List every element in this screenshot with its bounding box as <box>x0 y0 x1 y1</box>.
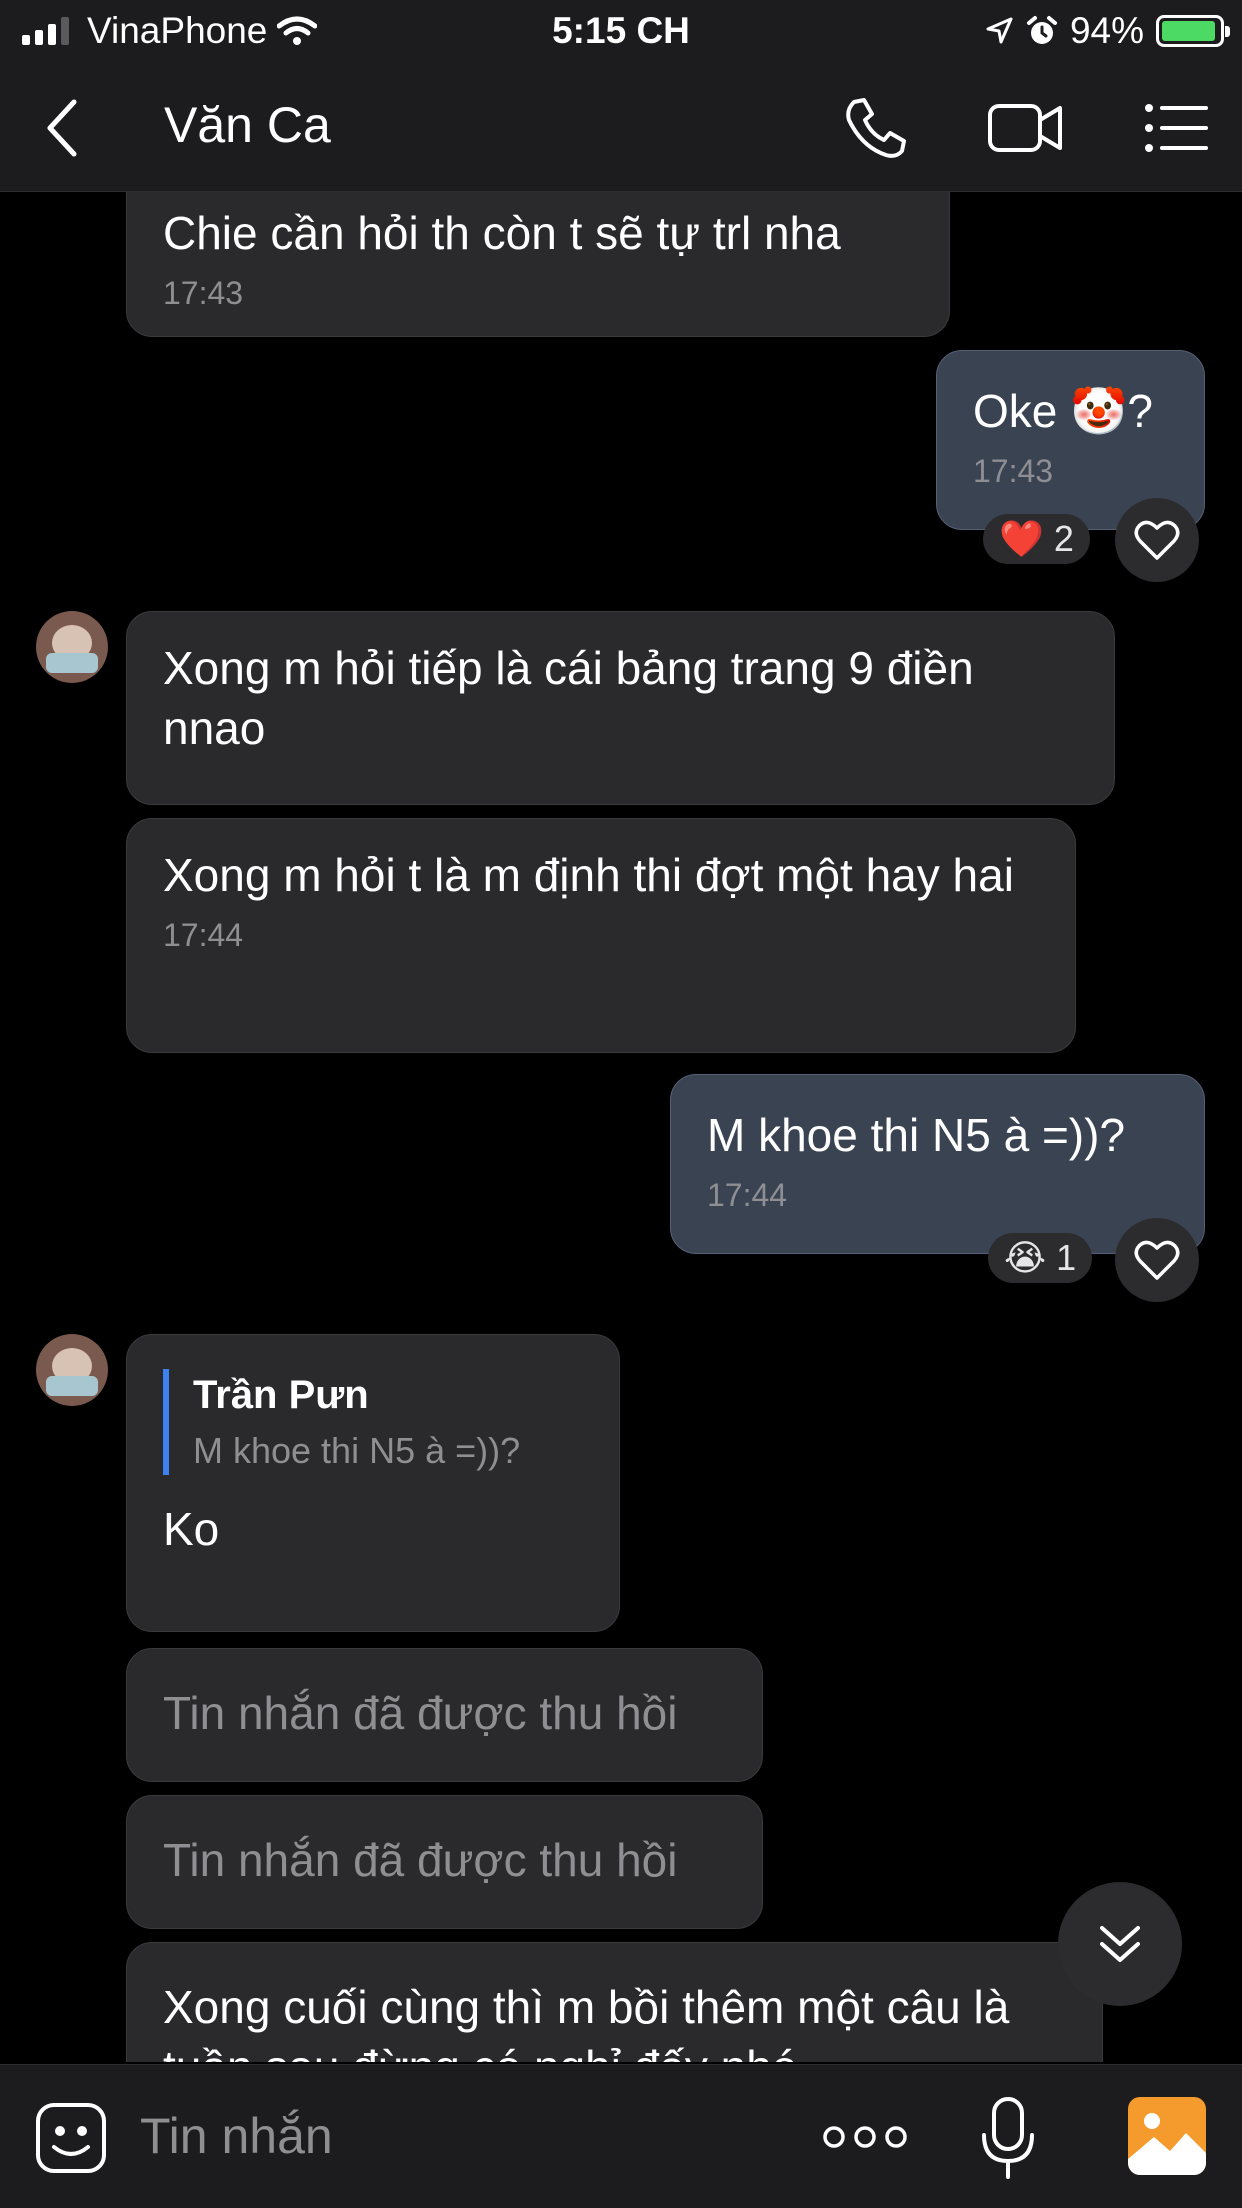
menu-list-icon[interactable] <box>1144 92 1208 164</box>
message-text: M khoe thi N5 à =))? <box>707 1109 1126 1161</box>
like-button[interactable] <box>1115 498 1199 582</box>
recalled-text: Tin nhắn đã được thu hồi <box>163 1687 678 1739</box>
photo-button[interactable] <box>1128 2097 1206 2175</box>
recalled-message[interactable]: Tin nhắn đã được thu hồi <box>126 1795 763 1929</box>
avatar[interactable] <box>36 1334 108 1406</box>
location-arrow-icon <box>986 17 1013 44</box>
status-bar: VinaPhone 5:15 CH 94% <box>0 0 1242 64</box>
message-text: Xong m hỏi tiếp là cái bảng trang 9 điền… <box>163 642 974 754</box>
photo-icon <box>1128 2113 1206 2175</box>
back-icon[interactable] <box>38 94 86 162</box>
scroll-to-bottom-button[interactable] <box>1058 1882 1182 2006</box>
incoming-message[interactable]: Chie cần hỏi th còn t sẽ tự trl nha 17:4… <box>126 192 950 337</box>
avatar[interactable] <box>36 611 108 683</box>
contact-name[interactable]: Văn Ca <box>164 96 331 154</box>
message-text: Xong m hỏi t là m định thi đợt một hay h… <box>163 849 1014 901</box>
message-text: Oke 🤡? <box>973 385 1154 437</box>
incoming-message[interactable]: Xong m hỏi tiếp là cái bảng trang 9 điền… <box>126 611 1115 805</box>
message-time: 17:43 <box>973 453 1054 489</box>
message-composer <box>0 2064 1242 2208</box>
phone-icon[interactable] <box>840 92 912 164</box>
double-chevron-down-icon <box>1100 1926 1140 1962</box>
message-text: Xong cuối cùng thì m bồi thêm một câu là… <box>163 1981 1010 2062</box>
battery-icon <box>1156 15 1230 47</box>
chat-header: Văn Ca <box>0 64 1242 192</box>
heart-outline-icon <box>1134 520 1180 560</box>
message-time: 17:43 <box>163 275 244 311</box>
message-time: 17:44 <box>707 1177 788 1213</box>
message-text: Ko <box>163 1503 220 1555</box>
more-options-icon[interactable] <box>822 2117 908 2157</box>
recalled-text: Tin nhắn đã được thu hồi <box>163 1834 678 1886</box>
microphone-icon[interactable] <box>978 2095 1038 2181</box>
reaction-count: 2 <box>1053 518 1074 559</box>
heart-outline-icon <box>1134 1240 1180 1280</box>
battery-percent: 94% <box>1069 10 1144 51</box>
incoming-reply-message[interactable]: Trần Pưn M khoe thi N5 à =))? Ko <box>126 1334 620 1632</box>
message-list[interactable]: Chie cần hỏi th còn t sẽ tự trl nha 17:4… <box>0 192 1242 2062</box>
quoted-message[interactable]: Trần Pưn M khoe thi N5 à =))? <box>163 1369 583 1475</box>
status-right: 94% <box>984 10 1230 52</box>
heart-reaction-icon: ❤️ <box>999 518 1044 559</box>
reaction-badge[interactable]: 😭 1 <box>988 1233 1093 1283</box>
quoted-text: M khoe thi N5 à =))? <box>193 1430 521 1471</box>
message-input[interactable] <box>140 2101 780 2171</box>
reaction-count: 1 <box>1056 1237 1077 1278</box>
outgoing-message[interactable]: M khoe thi N5 à =))? 17:44 <box>670 1074 1205 1254</box>
crying-reaction-icon: 😭 <box>1004 1237 1047 1278</box>
incoming-message[interactable]: Xong cuối cùng thì m bồi thêm một câu là… <box>126 1942 1103 2062</box>
message-time: 17:44 <box>163 917 244 953</box>
message-text: Chie cần hỏi th còn t sẽ tự trl nha <box>163 207 841 259</box>
video-icon[interactable] <box>986 92 1064 164</box>
quoted-sender: Trần Pưn <box>193 1373 369 1417</box>
emoji-sticker-icon[interactable] <box>34 2101 108 2175</box>
recalled-message[interactable]: Tin nhắn đã được thu hồi <box>126 1648 763 1782</box>
incoming-message[interactable]: Xong m hỏi t là m định thi đợt một hay h… <box>126 818 1076 1053</box>
alarm-icon <box>1026 16 1057 44</box>
reaction-badge[interactable]: ❤️ 2 <box>983 514 1090 564</box>
like-button[interactable] <box>1115 1218 1199 1302</box>
